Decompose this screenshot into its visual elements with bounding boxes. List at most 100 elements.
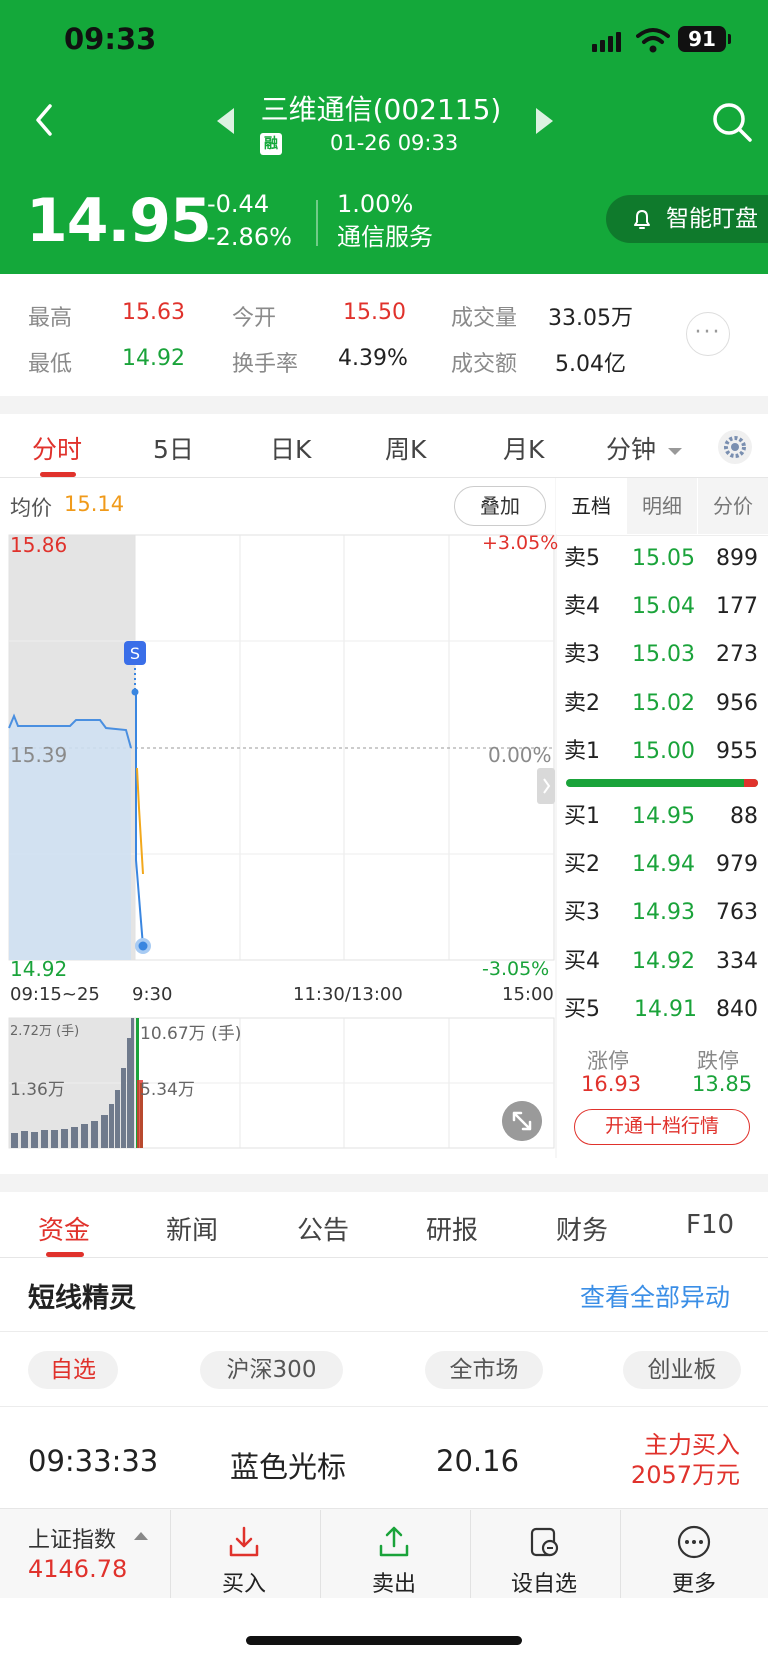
search-icon[interactable] [710,100,754,144]
average-price-line [136,767,144,875]
divider [316,200,318,246]
view-all-link[interactable]: 查看全部异动 [580,1278,730,1314]
sell-price: 15.05 [632,546,695,571]
sell-button[interactable]: 卖出 [320,1508,468,1598]
buy-qty: 763 [716,900,758,925]
sector-info[interactable]: 1.00% 通信服务 [337,188,433,254]
panel-collapse-handle[interactable] [537,768,555,804]
expand-icon[interactable] [502,1101,542,1141]
amount-label: 成交额 [451,352,518,377]
buy-level: 买5 [564,997,600,1022]
download-icon [229,1526,259,1557]
chart-tabs: 分时 5日 日K 周K 月K 分钟 [0,414,768,478]
more-icon [677,1525,711,1559]
gear-icon[interactable] [718,430,752,464]
tab-5day[interactable]: 5日 [153,430,194,466]
smart-watch-button[interactable]: 智能盯盘 [606,195,768,243]
volume-bar [109,1104,114,1148]
info-tabs: 资金 新闻 公告 研报 财务 F10 [0,1192,768,1258]
tab-finance[interactable]: 财务 [556,1210,608,1247]
buy-price: 14.91 [634,997,697,1022]
tab-intraday[interactable]: 分时 [32,430,82,466]
overlay-button[interactable]: 叠加 [454,486,546,526]
volume-bar [41,1130,48,1148]
change-percent: -2.86% [207,223,292,251]
next-stock-icon[interactable] [536,108,553,134]
limit-down-value: 13.85 [692,1072,753,1096]
filter-chinext[interactable]: 创业板 [623,1351,741,1389]
sell-level: 卖4 [564,594,600,619]
sell-qty: 956 [716,691,758,716]
sell-row[interactable]: 卖3 15.03 273 [564,635,760,675]
tab-announcements[interactable]: 公告 [297,1210,349,1247]
sector-name[interactable]: 通信服务 [337,221,433,254]
sell-row[interactable]: 卖5 15.05 899 [564,539,760,579]
sell-level: 卖2 [564,691,600,716]
sell-row[interactable]: 卖2 15.02 956 [564,684,760,724]
prev-stock-icon[interactable] [217,108,234,134]
buy-row[interactable]: 买4 14.92 334 [564,942,760,982]
index-name: 上证指数 [28,1528,117,1553]
sell-qty: 177 [716,594,758,619]
margin-badge: 融 [260,133,282,155]
more-button[interactable]: 更多 [620,1508,768,1598]
tab-monthly-k[interactable]: 月K [503,430,544,466]
latest-price-dot [138,941,148,951]
tab-weekly-k[interactable]: 周K [385,430,426,466]
filter-watchlist[interactable]: 自选 [28,1351,118,1389]
section-title: 短线精灵 [28,1283,136,1314]
filter-all-market[interactable]: 全市场 [425,1351,543,1389]
event-stock-name[interactable]: 蓝色光标 [230,1444,346,1486]
filter-hs300[interactable]: 沪深300 [200,1351,343,1389]
volume-bar [131,1018,134,1148]
more-stats-button[interactable]: ··· [686,312,730,356]
tab-f10[interactable]: F10 [686,1210,734,1240]
buy-label: 买入 [221,1572,266,1597]
buy-row[interactable]: 买3 14.93 763 [564,893,760,933]
sell-price: 15.03 [632,642,695,667]
avg-price-value: 15.14 [64,492,125,516]
ten-level-button[interactable]: 开通十档行情 [574,1109,750,1145]
turnover-value: 4.39% [338,346,408,371]
tab-news[interactable]: 新闻 [166,1210,218,1247]
x-axis-label: 09:15~25 [10,984,100,1005]
tab-research[interactable]: 研报 [426,1210,478,1247]
active-tab-indicator [46,1252,84,1257]
pct-axis-mid: 0.00% [488,743,552,767]
volume-value: 33.05万 [548,306,633,331]
tab-five-levels[interactable]: 五档 [556,478,626,534]
y-axis-bottom: 14.92 [10,957,68,981]
tab-minute[interactable]: 分钟 [606,430,682,466]
tab-minute-label: 分钟 [606,435,657,464]
back-arrow-icon[interactable] [28,100,58,140]
y-axis-top: 15.86 [10,533,68,557]
event-price: 20.16 [436,1444,520,1478]
tab-price-dist[interactable]: 分价 [698,478,768,534]
buy-button[interactable]: 买入 [170,1508,318,1598]
home-indicator[interactable] [246,1636,522,1645]
buy-row[interactable]: 买2 14.94 979 [564,845,760,885]
price-change: -0.44 -2.86% [207,188,292,254]
tab-funds[interactable]: 资金 [38,1210,90,1247]
upload-icon [379,1526,409,1557]
x-axis-label: 11:30/13:00 [293,984,403,1005]
buy-row[interactable]: 买5 14.91 840 [564,990,760,1030]
tab-details[interactable]: 明细 [627,478,697,534]
open-value: 15.50 [343,300,406,325]
volume-bar [121,1068,126,1148]
smart-watch-label: 智能盯盘 [666,206,758,232]
buy-row[interactable]: 买1 14.95 88 [564,797,760,837]
tab-daily-k[interactable]: 日K [270,430,311,466]
volume-axis-mid-right: 5.34万 [140,1080,195,1100]
volume-bar [51,1130,58,1148]
volume-bar [101,1115,108,1148]
sell-row[interactable]: 卖1 15.00 955 [564,732,760,772]
volume-bar [115,1090,120,1148]
turnover-small: 1.00% [337,190,414,218]
pct-axis-top: +3.05% [482,532,559,554]
index-value: 4146.78 [28,1555,128,1583]
high-label: 最高 [28,306,73,331]
sell-row[interactable]: 卖4 15.04 177 [564,587,760,627]
add-watchlist-button[interactable]: 设自选 [470,1508,618,1598]
buy-level: 买4 [564,949,600,974]
